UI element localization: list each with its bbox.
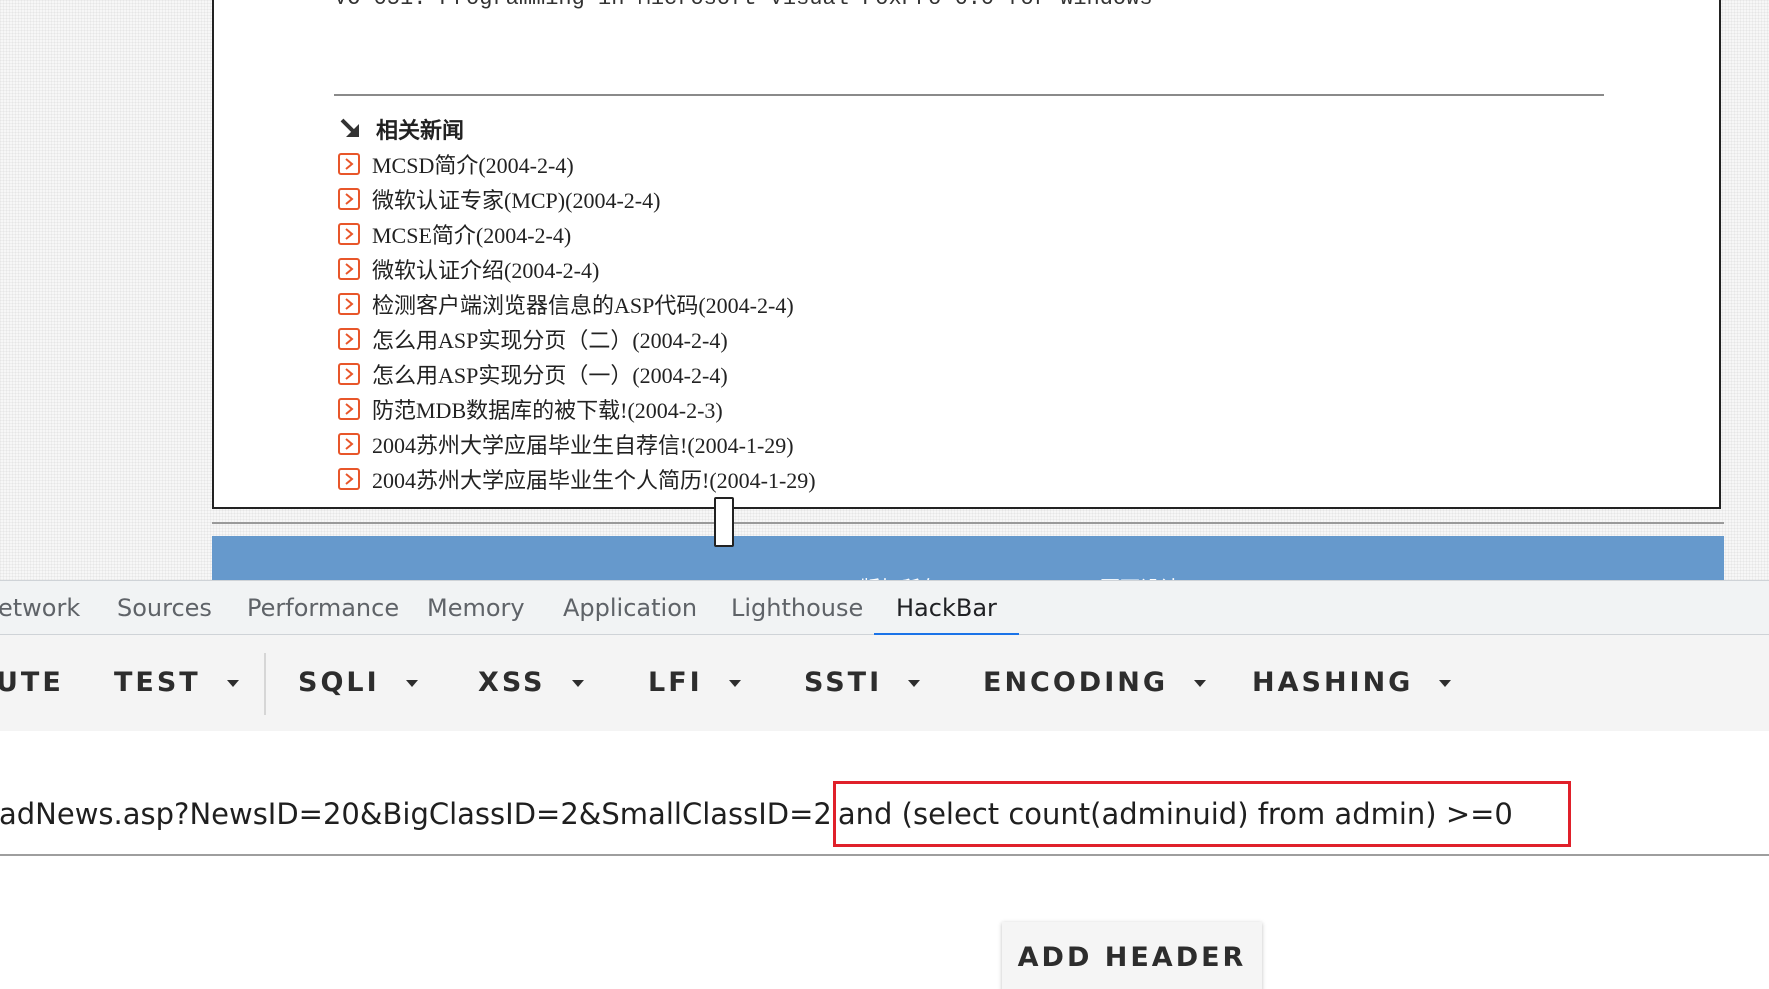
- bullet-arrow-icon: [338, 467, 360, 490]
- bullet-arrow-icon: [338, 187, 360, 210]
- tab-application[interactable]: Application: [563, 581, 697, 635]
- news-item[interactable]: MCSD简介(2004-2-4): [338, 146, 816, 181]
- menu-hashing-label: HASHING: [1252, 667, 1414, 698]
- tab-hackbar[interactable]: HackBar: [874, 581, 1019, 636]
- news-link[interactable]: 微软认证介绍(2004-2-4): [372, 253, 599, 285]
- menu-hashing[interactable]: HASHING: [1252, 635, 1452, 731]
- news-link[interactable]: MCSE简介(2004-2-4): [372, 218, 571, 250]
- toolbar-separator: [264, 653, 266, 715]
- menu-lfi-label: LFI: [648, 667, 703, 698]
- tab-lighthouse[interactable]: Lighthouse: [731, 581, 863, 635]
- news-item[interactable]: 怎么用ASP实现分页（二）(2004-2-4): [338, 321, 816, 356]
- news-link[interactable]: 2004苏州大学应届毕业生自荐信!(2004-1-29): [372, 428, 794, 460]
- bullet-arrow-icon: [338, 397, 360, 420]
- news-item[interactable]: 2004苏州大学应届毕业生个人简历!(2004-1-29): [338, 461, 816, 496]
- text-cursor-handle[interactable]: [714, 497, 734, 547]
- related-news-header: 相关新闻: [338, 113, 464, 145]
- url-value[interactable]: adNews.asp?NewsID=20&BigClassID=2&SmallC…: [0, 781, 1571, 847]
- menu-xss-label: XSS: [478, 667, 546, 698]
- hackbar-toolbar: UTE TEST SQLI XSS LFI SSTI ENCODING HASH…: [0, 635, 1769, 731]
- menu-encoding-label: ENCODING: [983, 667, 1169, 698]
- bullet-arrow-icon: [338, 292, 360, 315]
- tab-performance[interactable]: Performance: [247, 581, 399, 635]
- url-input-field[interactable]: adNews.asp?NewsID=20&BigClassID=2&SmallC…: [0, 731, 1769, 856]
- bullet-arrow-icon: [338, 362, 360, 385]
- news-link[interactable]: 怎么用ASP实现分页（一）(2004-2-4): [372, 358, 728, 390]
- menu-lfi[interactable]: LFI: [648, 635, 741, 731]
- menu-ssti-label: SSTI: [804, 667, 883, 698]
- menu-execute-label: UTE: [0, 667, 64, 698]
- add-header-button[interactable]: ADD HEADER: [1002, 922, 1262, 989]
- news-item[interactable]: 微软认证专家(MCP)(2004-2-4): [338, 181, 816, 216]
- bullet-arrow-icon: [338, 432, 360, 455]
- footer-design-text: 页面设计: [1100, 572, 1180, 580]
- caret-down-icon: [1194, 679, 1207, 687]
- menu-test[interactable]: TEST: [114, 635, 239, 731]
- news-link[interactable]: 防范MDB数据库的被下载!(2004-2-3): [372, 393, 723, 425]
- menu-test-label: TEST: [114, 667, 201, 698]
- arrow-down-right-icon: [340, 118, 359, 137]
- caret-down-icon: [1439, 679, 1452, 687]
- news-item[interactable]: MCSE简介(2004-2-4): [338, 216, 816, 251]
- related-news-title: 相关新闻: [376, 118, 465, 143]
- sql-injection-highlight: and (select count(adminuid) from admin) …: [832, 781, 1571, 847]
- news-link[interactable]: 微软认证专家(MCP)(2004-2-4): [372, 183, 660, 215]
- footer-copyright-text: 版权所有: [860, 572, 940, 580]
- related-news-list: MCSD简介(2004-2-4) 微软认证专家(MCP)(2004-2-4) M…: [338, 146, 816, 496]
- caret-down-icon: [405, 679, 418, 687]
- menu-execute[interactable]: UTE: [0, 635, 64, 731]
- news-link[interactable]: MCSD简介(2004-2-4): [372, 148, 574, 180]
- news-item[interactable]: 2004苏州大学应届毕业生自荐信!(2004-1-29): [338, 426, 816, 461]
- bullet-arrow-icon: [338, 152, 360, 175]
- caret-down-icon: [728, 679, 741, 687]
- news-item[interactable]: 检测客户端浏览器信息的ASP代码(2004-2-4): [338, 286, 816, 321]
- article-content-box: VO 051: Programming in Microsoft Visual …: [212, 0, 1721, 509]
- caret-down-icon: [908, 679, 921, 687]
- bullet-arrow-icon: [338, 222, 360, 245]
- url-prefix: adNews.asp?NewsID=20&BigClassID=2&SmallC…: [0, 797, 832, 831]
- news-link[interactable]: 2004苏州大学应届毕业生个人简历!(2004-1-29): [372, 463, 816, 495]
- page-footer-bar: 版权所有 页面设计: [212, 536, 1724, 580]
- news-item[interactable]: 微软认证介绍(2004-2-4): [338, 251, 816, 286]
- tab-memory[interactable]: Memory: [427, 581, 525, 635]
- bullet-arrow-icon: [338, 327, 360, 350]
- content-divider: [334, 94, 1604, 96]
- menu-xss[interactable]: XSS: [478, 635, 584, 731]
- menu-sqli[interactable]: SQLI: [298, 635, 418, 731]
- caret-down-icon: [226, 679, 239, 687]
- news-link[interactable]: 检测客户端浏览器信息的ASP代码(2004-2-4): [372, 288, 794, 320]
- news-item[interactable]: 防范MDB数据库的被下载!(2004-2-3): [338, 391, 816, 426]
- bullet-arrow-icon: [338, 257, 360, 280]
- content-bottom-rule: [212, 522, 1724, 524]
- tab-network[interactable]: etwork: [0, 581, 80, 635]
- webpage-viewport: VO 051: Programming in Microsoft Visual …: [0, 0, 1769, 580]
- news-item[interactable]: 怎么用ASP实现分页（一）(2004-2-4): [338, 356, 816, 391]
- devtools-tab-strip: etwork Sources Performance Memory Applic…: [0, 580, 1769, 636]
- menu-ssti[interactable]: SSTI: [804, 635, 921, 731]
- menu-sqli-label: SQLI: [298, 667, 380, 698]
- tab-sources[interactable]: Sources: [117, 581, 212, 635]
- caret-down-icon: [571, 679, 584, 687]
- menu-encoding[interactable]: ENCODING: [983, 635, 1207, 731]
- news-link[interactable]: 怎么用ASP实现分页（二）(2004-2-4): [372, 323, 728, 355]
- course-line: VO 051: Programming in Microsoft Visual …: [334, 0, 1153, 11]
